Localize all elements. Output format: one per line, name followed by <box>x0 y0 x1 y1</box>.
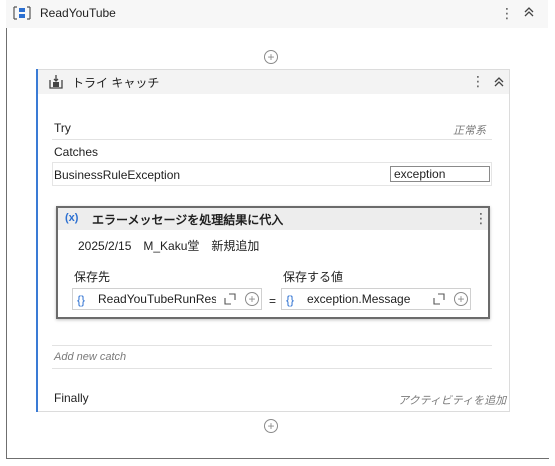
add-circle-icon[interactable]: + <box>245 292 259 306</box>
expand-icon[interactable] <box>224 293 236 308</box>
add-activity-button[interactable]: + <box>264 419 278 433</box>
divider <box>52 368 492 369</box>
collapse-icon[interactable] <box>492 75 506 92</box>
variable-icon: {} <box>286 293 295 307</box>
variable-icon: {} <box>77 293 86 307</box>
assign-icon: (x) <box>65 212 79 224</box>
assign-annotation[interactable]: 2025/2/15 M_Kaku堂 新規追加 <box>78 237 259 254</box>
try-catch-icon <box>48 74 64 93</box>
to-field-value[interactable]: ReadYouTubeRunResu <box>98 292 216 306</box>
try-status[interactable]: 正常系 <box>453 122 486 138</box>
expand-icon[interactable] <box>433 293 445 308</box>
try-label: Try <box>54 121 71 135</box>
selection-accent <box>36 69 38 412</box>
exception-type[interactable]: BusinessRuleException <box>54 168 180 182</box>
assign-title: エラーメッセージを処理結果に代入 <box>92 213 284 227</box>
try-catch-title: トライ キャッチ <box>72 76 160 90</box>
exception-variable-input[interactable]: exception <box>390 166 490 182</box>
sequence-icon <box>12 6 32 20</box>
to-label: 保存先 <box>74 270 111 284</box>
value-field-value[interactable]: exception.Message <box>307 292 427 306</box>
finally-add-activity[interactable]: アクティビティを追加 <box>398 392 506 408</box>
sequence-title: ReadYouTube <box>40 6 116 20</box>
more-vertical-icon[interactable]: ⋮ <box>471 74 485 88</box>
add-circle-icon[interactable]: + <box>454 292 468 306</box>
add-activity-button[interactable]: + <box>264 50 278 64</box>
divider <box>52 345 492 346</box>
equals-sign: = <box>269 294 277 308</box>
more-vertical-icon[interactable]: ⋮ <box>500 6 514 20</box>
finally-label: Finally <box>54 391 89 405</box>
catches-label: Catches <box>54 145 99 159</box>
add-new-catch-link[interactable]: Add new catch <box>54 351 126 363</box>
collapse-icon[interactable] <box>522 5 536 22</box>
value-label: 保存する値 <box>283 270 344 284</box>
divider <box>52 139 492 140</box>
more-vertical-icon[interactable]: ⋮ <box>474 211 488 225</box>
